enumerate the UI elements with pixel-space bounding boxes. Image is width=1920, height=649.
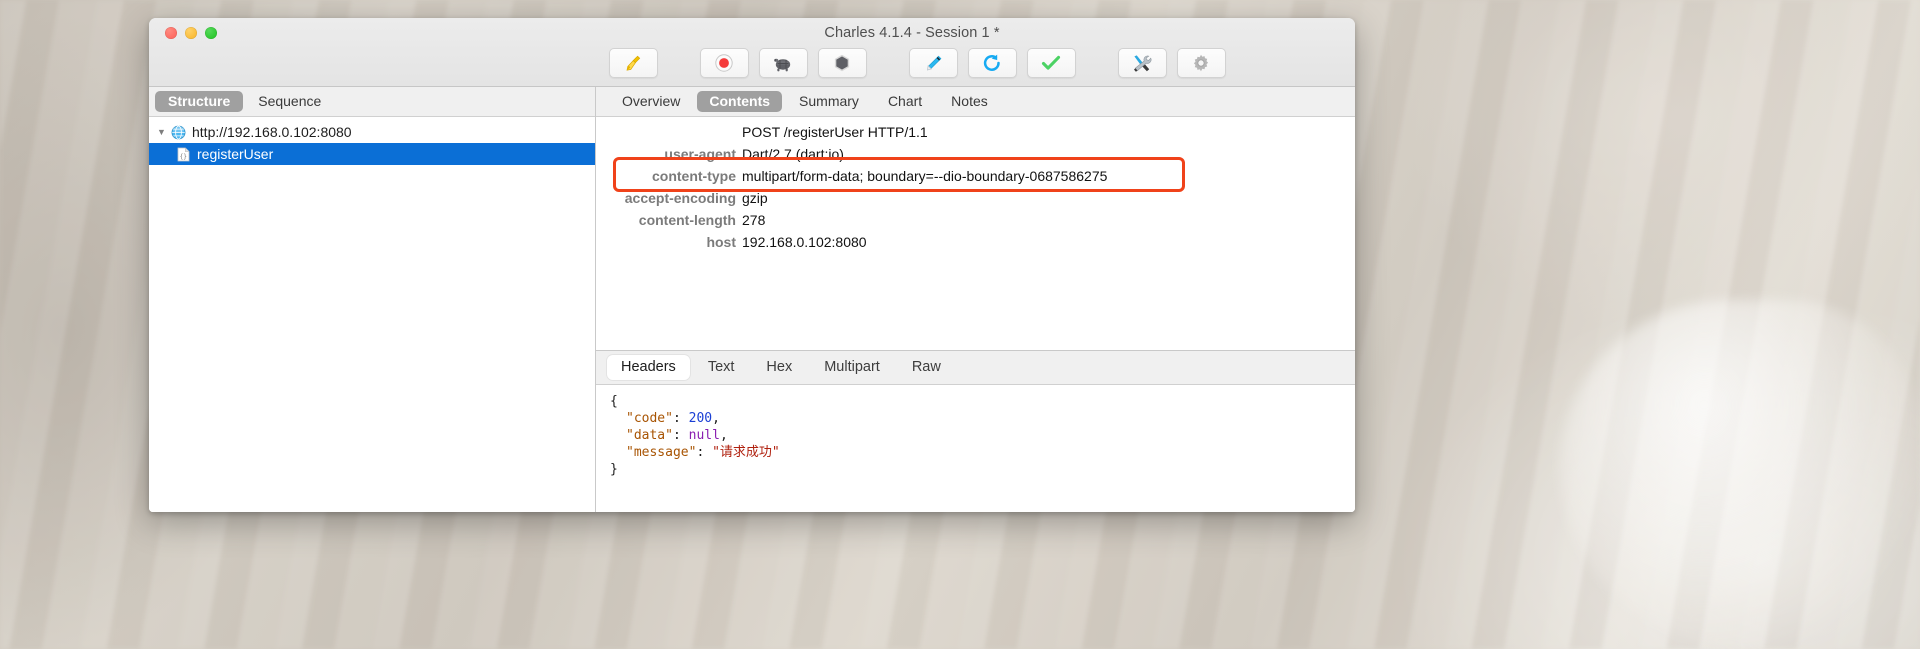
json-token: "data" [626, 428, 673, 443]
clear-session-button[interactable] [608, 48, 658, 78]
window-titlebar: Charles 4.1.4 - Session 1 * [149, 18, 1355, 87]
table-row[interactable]: user-agent Dart/2.7 (dart:io) [596, 143, 1355, 165]
compose-button[interactable] [908, 48, 958, 78]
tab-chart[interactable]: Chart [876, 91, 934, 112]
repeat-button[interactable] [967, 48, 1017, 78]
header-name: user-agent [664, 146, 736, 162]
header-value: POST /registerUser HTTP/1.1 [742, 124, 928, 140]
json-token: : [672, 411, 689, 426]
settings-button[interactable] [1176, 48, 1226, 78]
header-value: 278 [742, 212, 766, 228]
header-value: gzip [742, 190, 768, 206]
json-line: "message": "请求成功" [610, 444, 1355, 461]
turtle-icon [772, 54, 794, 72]
tab-structure[interactable]: Structure [155, 91, 244, 112]
validate-button[interactable] [1026, 48, 1076, 78]
record-button[interactable] [699, 48, 749, 78]
json-token: : [696, 445, 713, 460]
window-body: Structure Sequence ▼ http://192.168.0.10… [149, 87, 1355, 512]
tab-notes[interactable]: Notes [939, 91, 1000, 112]
tab-sequence[interactable]: Sequence [245, 91, 334, 112]
response-body-json[interactable]: {"code": 200, "data": null, "message": "请求… [596, 385, 1355, 512]
json-token: null [688, 428, 720, 443]
breakpoints-button[interactable] [817, 48, 867, 78]
request-headers-list: POST /registerUser HTTP/1.1 user-agent D… [596, 117, 1355, 350]
json-token: : [672, 428, 689, 443]
tab-overview[interactable]: Overview [610, 91, 692, 112]
throttle-button[interactable] [758, 48, 808, 78]
tree-item-host-label: http://192.168.0.102:8080 [192, 124, 352, 140]
pen-icon [922, 53, 944, 73]
tools-button[interactable] [1117, 48, 1167, 78]
globe-icon [171, 125, 186, 140]
tree-item-registeruser[interactable]: {} registerUser [149, 143, 595, 165]
tab-multipart[interactable]: Multipart [810, 355, 894, 380]
window-title: Charles 4.1.4 - Session 1 * [824, 25, 1000, 41]
json-line: "code": 200, [610, 410, 1355, 427]
charles-app-window: Charles 4.1.4 - Session 1 * Structure Se… [149, 18, 1355, 512]
json-token: { [610, 394, 618, 409]
json-token: 200 [688, 411, 713, 426]
record-icon [714, 53, 734, 73]
table-row[interactable]: content-length 278 [596, 209, 1355, 231]
header-name: content-length [638, 212, 736, 228]
tree-item-host[interactable]: ▼ http://192.168.0.102:8080 [149, 121, 595, 143]
tree-item-registeruser-label: registerUser [197, 146, 274, 162]
json-line: { [610, 393, 1355, 410]
table-row[interactable]: POST /registerUser HTTP/1.1 [596, 121, 1355, 143]
request-tabs: Overview Contents Summary Chart Notes [596, 87, 1355, 117]
right-pane: Overview Contents Summary Chart Notes PO… [596, 87, 1355, 512]
tab-text[interactable]: Text [694, 355, 749, 380]
checkmark-icon [1040, 53, 1062, 73]
tools-icon [1131, 53, 1153, 73]
gear-icon [1191, 53, 1211, 73]
hexagon-icon [832, 53, 852, 73]
header-value: Dart/2.7 (dart:io) [742, 146, 844, 162]
body-view-tabs: Headers Text Hex Multipart Raw [596, 350, 1355, 385]
session-tree: ▼ http://192.168.0.102:8080 {} registerU… [149, 117, 595, 165]
tab-hex[interactable]: Hex [752, 355, 806, 380]
desktop-background: Charles 4.1.4 - Session 1 * Structure Se… [0, 0, 1920, 649]
reload-icon [981, 53, 1003, 73]
table-row[interactable]: content-type multipart/form-data; bounda… [596, 165, 1355, 187]
json-token: "请求成功" [712, 445, 780, 460]
tab-raw[interactable]: Raw [898, 355, 955, 380]
table-row[interactable]: accept-encoding gzip [596, 187, 1355, 209]
tab-summary[interactable]: Summary [787, 91, 871, 112]
json-token: "code" [626, 411, 673, 426]
json-token: } [610, 462, 618, 477]
left-pane-tabs: Structure Sequence [149, 87, 595, 117]
main-toolbar [149, 48, 1355, 78]
left-pane: Structure Sequence ▼ http://192.168.0.10… [149, 87, 596, 512]
json-line: "data": null, [610, 427, 1355, 444]
header-name: accept-encoding [624, 190, 736, 206]
json-token: , [719, 428, 728, 443]
broom-icon [623, 53, 643, 73]
header-name: host [706, 234, 736, 250]
header-value: 192.168.0.102:8080 [742, 234, 867, 250]
json-token: , [712, 411, 720, 426]
tab-headers[interactable]: Headers [607, 355, 690, 380]
json-token: "message" [626, 445, 697, 460]
tab-contents[interactable]: Contents [697, 91, 783, 112]
json-doc-icon: {} [177, 147, 190, 162]
svg-text:{}: {} [180, 153, 188, 160]
table-row[interactable]: host 192.168.0.102:8080 [596, 231, 1355, 253]
json-line: } [610, 461, 1355, 478]
chevron-down-icon[interactable]: ▼ [157, 127, 171, 137]
header-name: content-type [652, 168, 736, 184]
header-value: multipart/form-data; boundary=--dio-boun… [742, 168, 1108, 184]
